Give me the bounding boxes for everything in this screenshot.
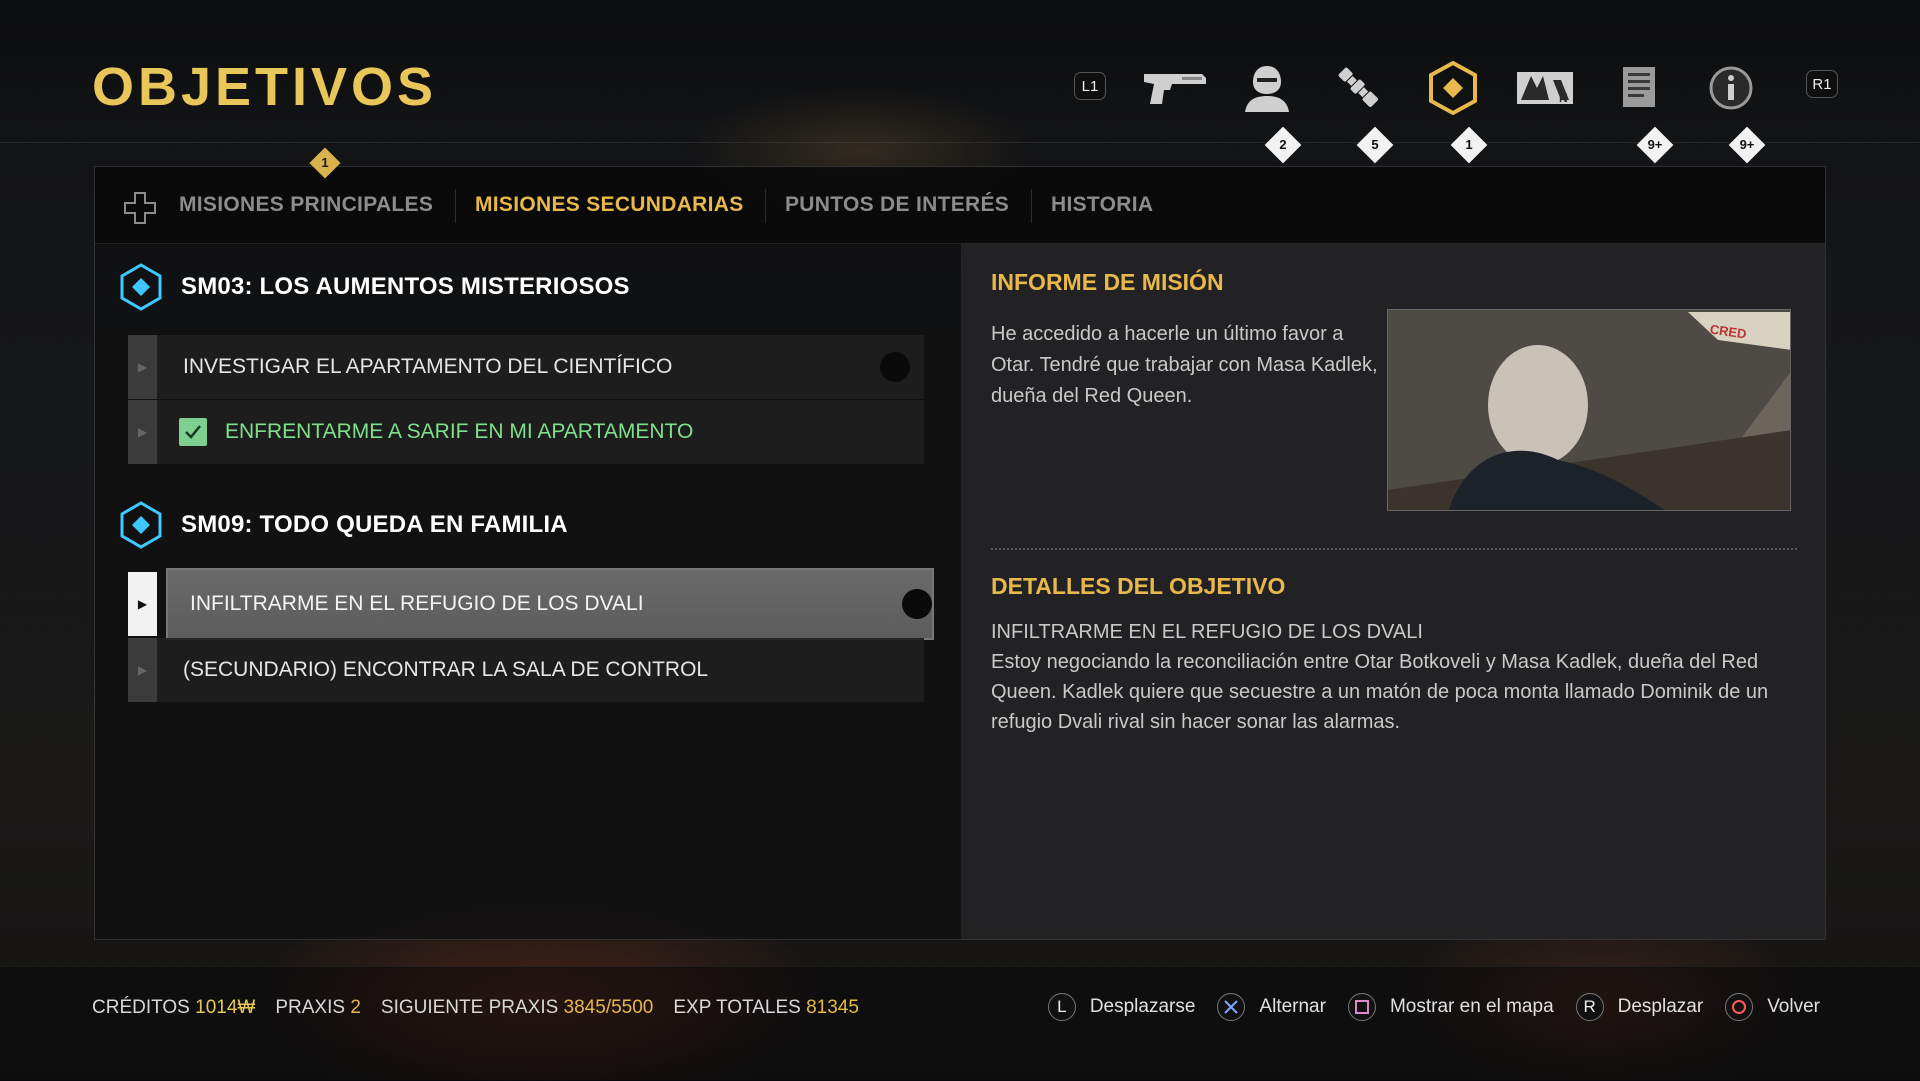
credits-stat: CRÉDITOS 1014₩ xyxy=(92,997,256,1018)
objectives-badge: 1 xyxy=(1450,126,1488,164)
selection-arrow-icon: ▶ xyxy=(128,572,157,636)
objective-text: (SECUNDARIO) ENCONTRAR LA SALA DE CONTRO… xyxy=(183,658,709,681)
hint-pan[interactable]: R Desplazar xyxy=(1575,993,1703,1021)
objective-row-selected[interactable]: ▶ INFILTRARME EN EL REFUGIO DE LOS DVALI xyxy=(128,568,934,640)
top-navigation: L1 2 5 1 N 9+ 9+ R1 xyxy=(1060,58,1880,168)
info-badge: 9+ xyxy=(1728,126,1766,164)
character-profile-icon[interactable] xyxy=(1232,58,1302,118)
row-expand-icon: ▶ xyxy=(128,400,157,464)
augmentations-icon[interactable] xyxy=(1324,58,1394,118)
tab-history[interactable]: HISTORIA xyxy=(1051,193,1153,217)
details-objective: INFILTRARME EN EL REFUGIO DE LOS DVALI xyxy=(991,621,1423,643)
praxis-stat: PRAXIS 2 xyxy=(275,997,361,1018)
details-description: Estoy negociando la reconciliación entre… xyxy=(991,651,1769,733)
info-icon[interactable] xyxy=(1696,58,1766,118)
side-mission-icon xyxy=(120,263,162,311)
briefing-title: INFORME DE MISIÓN xyxy=(991,269,1224,295)
svg-text:N: N xyxy=(1559,91,1568,105)
page-title: OBJETIVOS xyxy=(92,57,438,117)
right-stick-icon: R xyxy=(1575,993,1604,1021)
tab-separator xyxy=(455,189,456,223)
tab-bar: MISIONES PRINCIPALES MISIONES SECUNDARIA… xyxy=(95,167,1825,244)
objective-text: INFILTRARME EN EL REFUGIO DE LOS DVALI xyxy=(190,592,644,615)
circle-button-icon xyxy=(1725,993,1754,1021)
mission-title: SM09: TODO QUEDA EN FAMILIA xyxy=(181,511,568,538)
objective-row[interactable]: ▶ (SECUNDARIO) ENCONTRAR LA SALA DE CONT… xyxy=(128,638,924,702)
tab-separator xyxy=(1031,189,1032,223)
checkmark-icon xyxy=(179,418,207,446)
hint-toggle[interactable]: Alternar xyxy=(1217,993,1326,1021)
footer-bar: CRÉDITOS 1014₩ PRAXIS 2 SIGUIENTE PRAXIS… xyxy=(0,966,1920,1081)
augmentations-badge: 5 xyxy=(1356,126,1394,164)
cross-button-icon xyxy=(1217,993,1246,1021)
row-expand-icon: ▶ xyxy=(128,638,157,702)
objectives-panel: MISIONES PRINCIPALES MISIONES SECUNDARIA… xyxy=(94,166,1826,940)
tab-notification-badge: 1 xyxy=(309,147,341,179)
section-divider xyxy=(991,548,1797,550)
profile-badge: 2 xyxy=(1264,126,1302,164)
mission-header[interactable]: SM03: LOS AUMENTOS MISTERIOSOS xyxy=(119,263,630,311)
hint-back[interactable]: Volver xyxy=(1725,993,1820,1021)
details-title: DETALLES DEL OBJETIVO xyxy=(991,573,1286,599)
hint-show-on-map[interactable]: Mostrar en el mapa xyxy=(1347,993,1554,1021)
objective-status-indicator xyxy=(902,589,932,619)
row-expand-icon: ▶ xyxy=(128,335,157,399)
objectives-icon[interactable] xyxy=(1418,58,1488,118)
player-stats: CRÉDITOS 1014₩ PRAXIS 2 SIGUIENTE PRAXIS… xyxy=(92,997,859,1019)
objective-row-completed[interactable]: ▶ ENFRENTARME A SARIF EN MI APARTAMENTO xyxy=(128,400,924,464)
tab-side-missions[interactable]: MISIONES SECUNDARIAS xyxy=(475,193,744,217)
tab-separator xyxy=(765,189,766,223)
objective-status-indicator xyxy=(880,352,910,382)
map-icon[interactable]: N xyxy=(1510,58,1580,118)
button-hints: L Desplazarse Alternar Mostrar en el map… xyxy=(1047,993,1820,1021)
details-body: INFILTRARME EN EL REFUGIO DE LOS DVALI E… xyxy=(991,617,1797,737)
square-button-icon xyxy=(1347,993,1376,1021)
praxis-value: 2 xyxy=(350,997,361,1018)
l1-button[interactable]: L1 xyxy=(1074,72,1106,100)
next-praxis-stat: SIGUIENTE PRAXIS 3845/5500 xyxy=(380,997,654,1018)
objective-row[interactable]: ▶ INVESTIGAR EL APARTAMENTO DEL CIENTÍFI… xyxy=(128,335,924,399)
hint-scroll[interactable]: L Desplazarse xyxy=(1047,993,1195,1021)
objective-text: INVESTIGAR EL APARTAMENTO DEL CIENTÍFICO xyxy=(183,355,673,378)
total-exp-stat: EXP TOTALES 81345 xyxy=(673,997,859,1018)
briefing-text: He accedido a hacerle un último favor a … xyxy=(991,323,1378,407)
tab-main-missions[interactable]: MISIONES PRINCIPALES xyxy=(179,193,433,217)
r1-button[interactable]: R1 xyxy=(1806,70,1838,98)
left-stick-icon: L xyxy=(1047,993,1076,1021)
objective-text: ENFRENTARME A SARIF EN MI APARTAMENTO xyxy=(225,420,694,443)
mission-details: INFORME DE MISIÓN He accedido a hacerle … xyxy=(961,243,1825,939)
credits-value: 1014₩ xyxy=(195,997,256,1018)
total-exp-value: 81345 xyxy=(806,997,859,1018)
database-badge: 9+ xyxy=(1636,126,1674,164)
weapon-pistol-icon[interactable] xyxy=(1140,58,1210,118)
mission-header[interactable]: SM09: TODO QUEDA EN FAMILIA xyxy=(119,501,568,549)
database-icon[interactable] xyxy=(1604,58,1674,118)
dpad-icon xyxy=(123,191,157,230)
mission-title: SM03: LOS AUMENTOS MISTERIOSOS xyxy=(181,273,630,300)
briefing-image: CRED xyxy=(1387,309,1791,511)
side-mission-icon xyxy=(120,501,162,549)
mission-list: SM03: LOS AUMENTOS MISTERIOSOS ▶ INVESTI… xyxy=(95,243,961,939)
next-praxis-value: 3845/5500 xyxy=(563,997,654,1018)
tab-points-of-interest[interactable]: PUNTOS DE INTERÉS xyxy=(785,193,1009,217)
